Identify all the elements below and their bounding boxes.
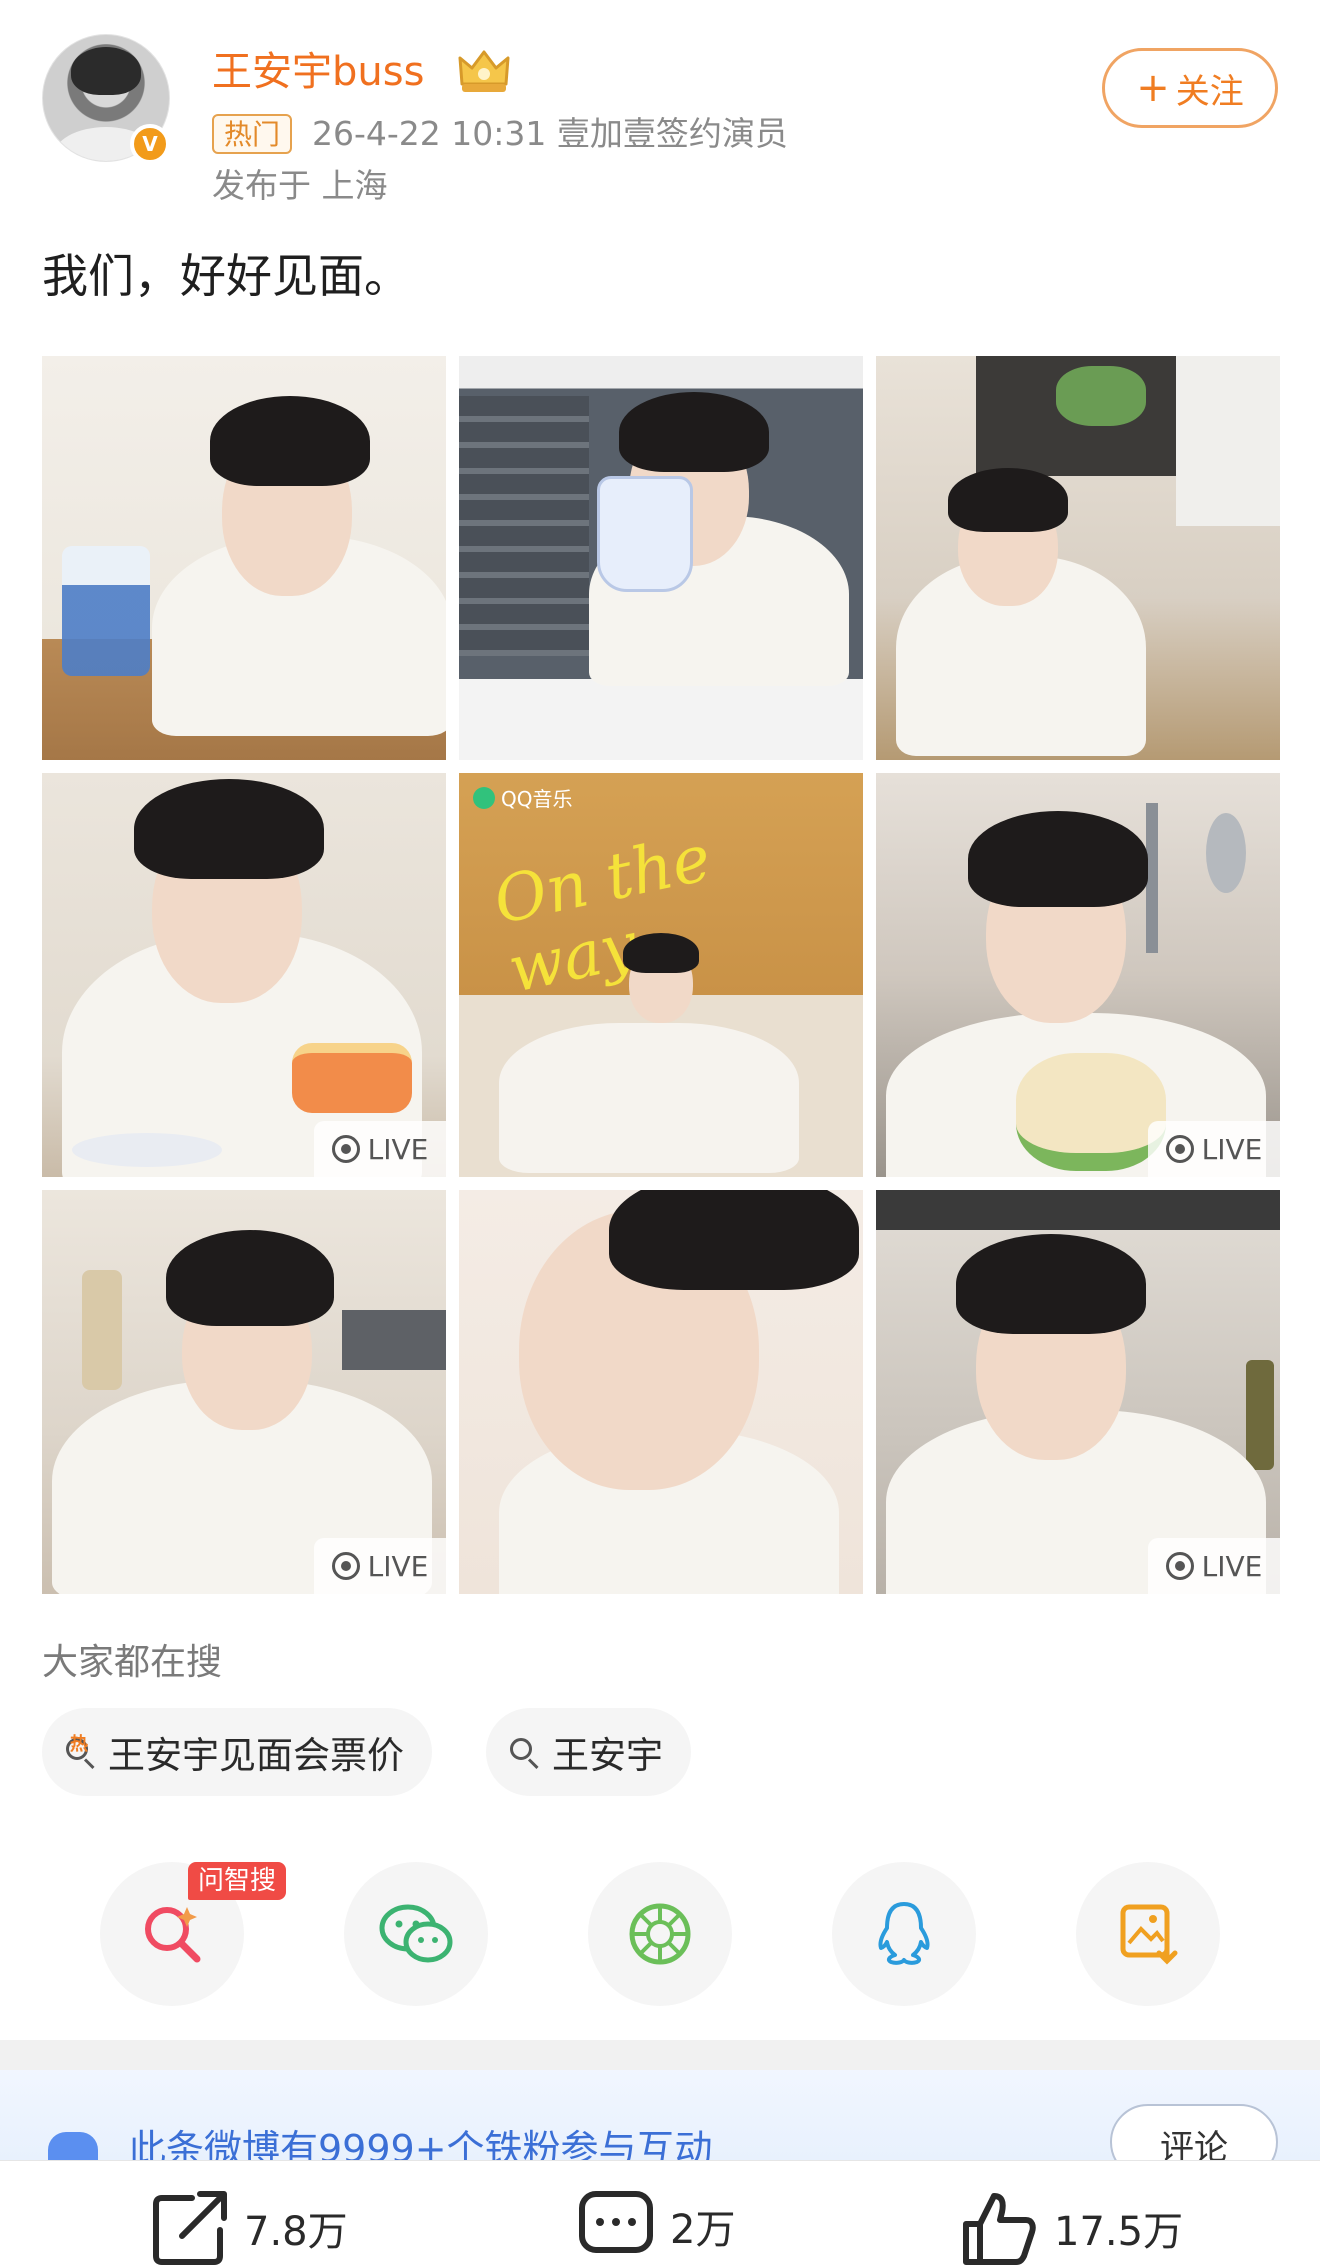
hot-badge: 热门: [212, 114, 293, 154]
photo-2[interactable]: [459, 356, 863, 760]
trending-search-title: 大家都在搜: [42, 1642, 223, 1683]
thumbs-up-icon: [963, 2193, 1036, 2265]
like-button[interactable]: 17.5万: [962, 2190, 1183, 2266]
live-badge[interactable]: LIVE: [1148, 1121, 1280, 1177]
moments-icon: [629, 1903, 691, 1965]
live-badge[interactable]: LIVE: [314, 1538, 446, 1594]
photo-1[interactable]: [42, 356, 446, 760]
live-label: LIVE: [367, 1132, 429, 1166]
repost-button[interactable]: 7.8万: [152, 2190, 348, 2266]
live-label: LIVE: [367, 1549, 429, 1583]
photo-7[interactable]: LIVE: [42, 1190, 446, 1594]
follow-label: 关注: [1175, 71, 1244, 112]
post-location: 发布于 上海: [212, 166, 388, 205]
like-count: 17.5万: [1054, 2209, 1184, 2255]
photo-5[interactable]: QQ音乐 On the way: [459, 773, 863, 1177]
live-badge[interactable]: LIVE: [1148, 1538, 1280, 1594]
verified-badge-icon: V: [130, 124, 170, 164]
share-qq-button[interactable]: [832, 1862, 976, 2006]
photo-9[interactable]: LIVE: [876, 1190, 1280, 1594]
search-chip-label: 王安宇见面会票价: [108, 1734, 404, 1777]
live-photo-icon: [1165, 1135, 1194, 1163]
search-chip-name[interactable]: 王安宇: [486, 1708, 691, 1796]
qq-music-icon: [473, 786, 495, 809]
plus-icon: +: [1136, 65, 1170, 111]
photo-6[interactable]: LIVE: [876, 773, 1280, 1177]
search-chip-ticket-price[interactable]: 热 王安宇见面会票价: [42, 1708, 432, 1796]
photo-3[interactable]: [876, 356, 1280, 760]
live-label: LIVE: [1201, 1549, 1263, 1583]
post-text: 我们，好好见面。: [42, 249, 410, 303]
section-divider: [0, 2040, 1320, 2070]
photo-brand: QQ音乐: [501, 787, 573, 811]
follow-button[interactable]: + 关注: [1102, 48, 1278, 128]
share-moments-button[interactable]: [588, 1862, 732, 2006]
repost-count: 7.8万: [244, 2209, 348, 2255]
comment-count: 2万: [670, 2207, 736, 2253]
save-image-button[interactable]: [1076, 1862, 1220, 2006]
comment-icon: [579, 2191, 653, 2253]
search-icon: [508, 1736, 540, 1768]
crown-icon: [458, 50, 510, 92]
repost-icon: [153, 2191, 227, 2265]
live-photo-icon: [331, 1552, 360, 1580]
hot-search-icon: 热: [64, 1734, 96, 1768]
ai-search-tag: 问智搜: [188, 1862, 287, 1900]
author-name[interactable]: 王安宇buss: [212, 44, 424, 100]
live-label: LIVE: [1201, 1132, 1263, 1166]
wechat-icon: [379, 1904, 453, 1963]
ai-search-icon: [145, 1907, 201, 1963]
live-badge[interactable]: LIVE: [314, 1121, 446, 1177]
search-chip-label: 王安宇: [552, 1734, 663, 1777]
live-photo-icon: [331, 1135, 360, 1163]
post-meta: 26-4-22 10:31 壹加壹签约演员: [312, 114, 788, 153]
save-image-icon: [1120, 1904, 1178, 1965]
qq-icon: [878, 1902, 930, 1965]
share-wechat-button[interactable]: [344, 1862, 488, 2006]
comment-button[interactable]: 2万: [578, 2190, 735, 2262]
photo-4[interactable]: LIVE: [42, 773, 446, 1177]
live-photo-icon: [1165, 1552, 1194, 1580]
photo-8[interactable]: [459, 1190, 863, 1594]
